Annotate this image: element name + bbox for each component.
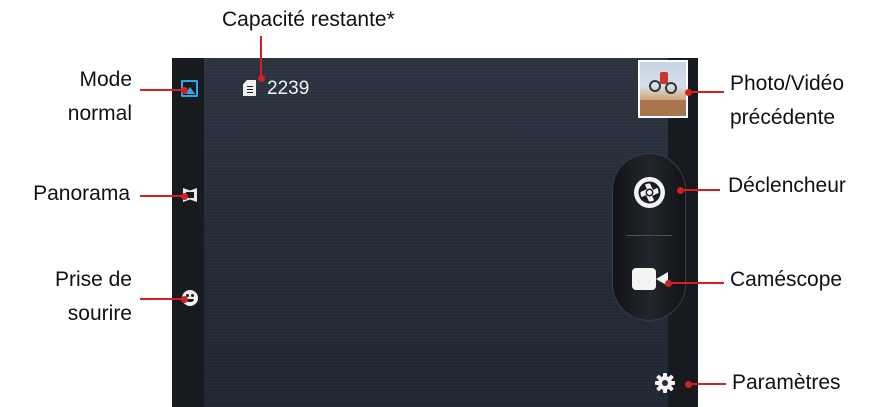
previous-label-line1: Photo/Vidéo (730, 72, 845, 95)
panorama-label: Panorama (33, 182, 130, 205)
capacity-dot (258, 75, 265, 82)
controls-divider (626, 235, 672, 236)
gear-shape (655, 373, 675, 393)
mode-normal-leader (140, 89, 184, 91)
thumbnail-wheel (649, 80, 661, 92)
previous-dot (685, 89, 692, 96)
camera-viewfinder: 2239 (172, 58, 698, 407)
previous-label-line2: précédente (730, 106, 836, 129)
mode-normal-label-line2: normal (67, 102, 132, 125)
remaining-capacity-value: 2239 (267, 78, 310, 99)
settings-leader (688, 383, 726, 385)
shutter-leader (680, 189, 720, 191)
aperture-blades (638, 181, 661, 204)
capacity-leader (260, 36, 262, 78)
previous-media-thumbnail[interactable] (638, 60, 688, 118)
camcorder-label: Caméscope (730, 268, 843, 291)
gear-icon[interactable] (654, 372, 676, 394)
thumbnail-wheel (665, 82, 677, 94)
panorama-dot (181, 193, 188, 200)
capture-controls (612, 153, 686, 321)
sd-card-icon (243, 80, 256, 96)
camcorder-dot (665, 280, 672, 287)
shutter-dot (677, 187, 684, 194)
previous-leader (688, 91, 724, 93)
left-toolbar (172, 58, 204, 407)
smile-label-line1: Prise de (54, 268, 132, 291)
thumbnail-rock (640, 100, 686, 116)
mode-normal-label-line1: Mode (79, 68, 132, 91)
mode-normal-dot (181, 87, 188, 94)
video-camera-icon[interactable] (632, 268, 668, 290)
shutter-label: Déclencheur (728, 174, 846, 197)
smile-dot (181, 296, 188, 303)
panorama-leader (140, 195, 184, 197)
smile-eye-right (191, 294, 194, 297)
capacity-label: Capacité restante* (222, 8, 395, 31)
smile-label-line2: sourire (67, 302, 132, 325)
camcorder-leader (668, 282, 724, 284)
camcorder-body (632, 268, 656, 290)
settings-label: Paramètres (732, 371, 841, 394)
aperture-icon[interactable] (634, 177, 665, 208)
smile-leader (140, 298, 184, 300)
settings-dot (685, 381, 692, 388)
